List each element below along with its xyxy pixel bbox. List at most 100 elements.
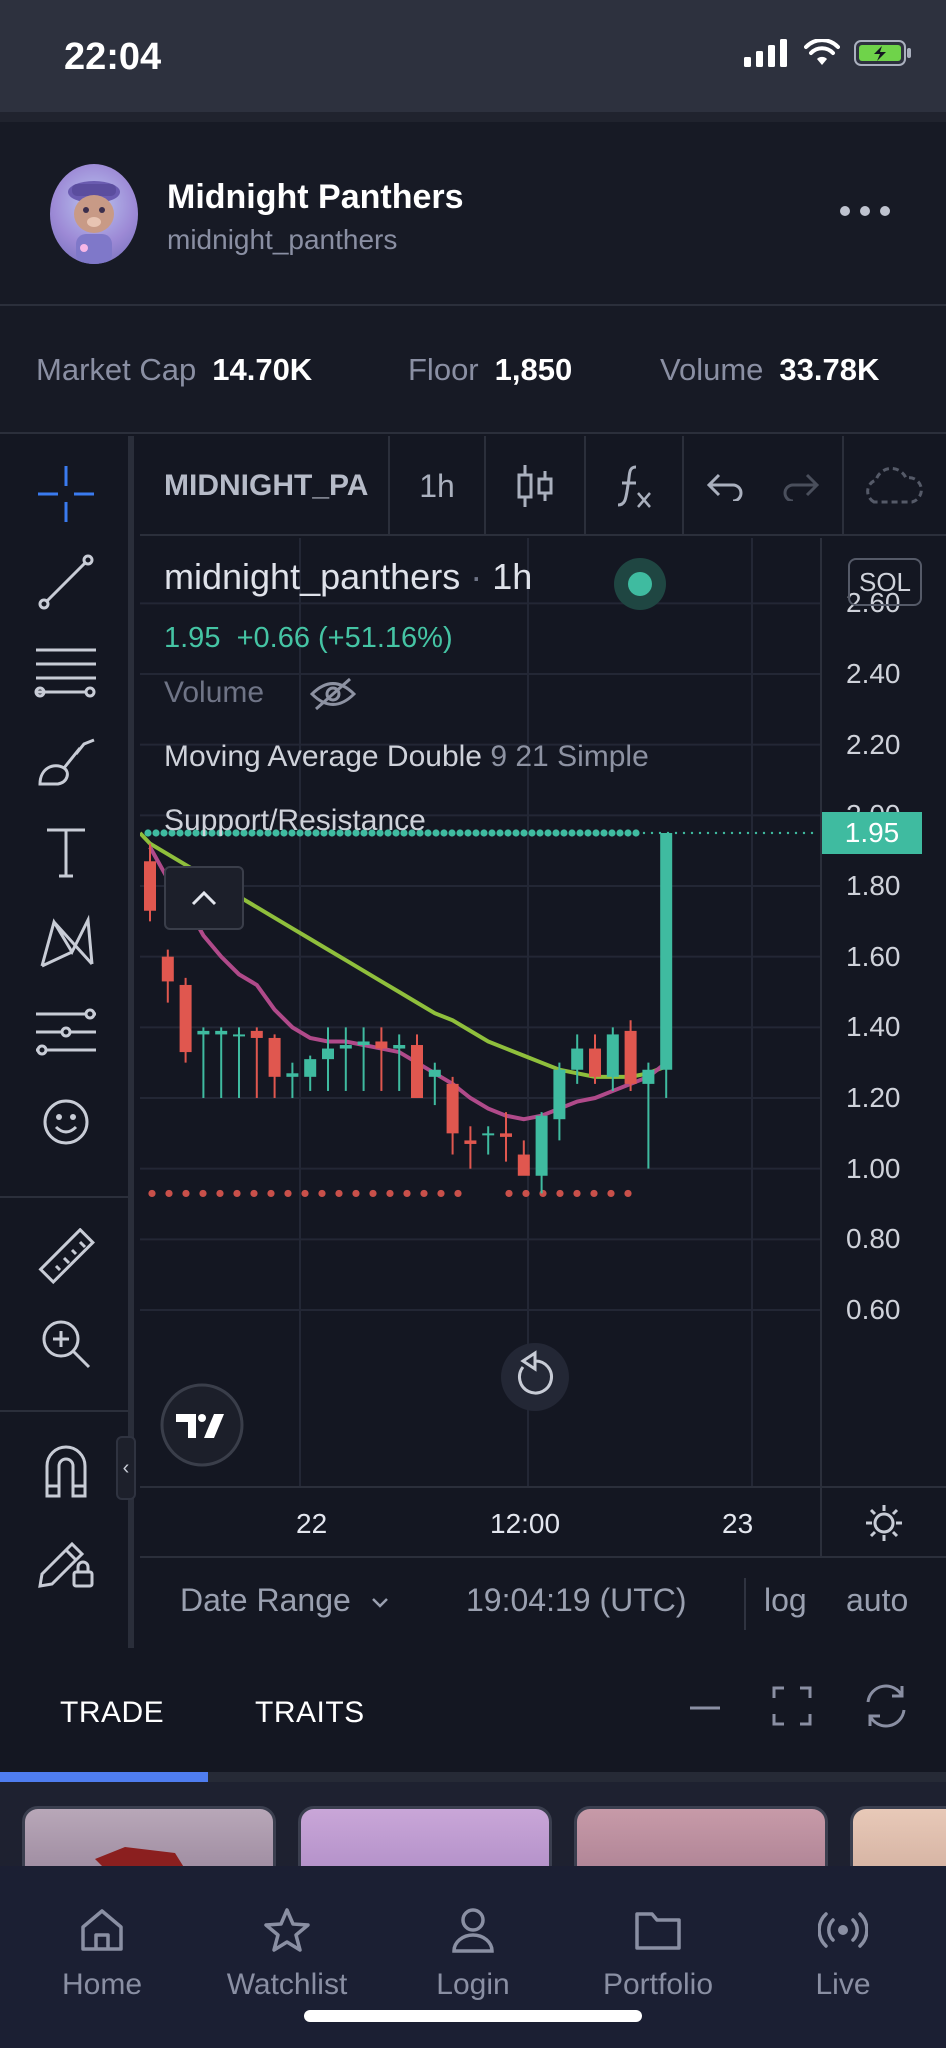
redo-icon[interactable] [781, 471, 821, 501]
trend-line-tool[interactable] [30, 546, 102, 618]
measure-tool[interactable] [30, 1222, 102, 1294]
indicators-button[interactable] [586, 436, 684, 536]
pattern-icon [40, 914, 94, 968]
nav-home-label: Home [61, 1968, 143, 2001]
pattern-tool[interactable] [30, 906, 102, 978]
nft-card[interactable] [850, 1806, 946, 1866]
user-icon [452, 1908, 494, 1953]
minimize-icon[interactable] [688, 1686, 722, 1726]
resistance-dot [674, 831, 678, 835]
resistance-dot [714, 831, 718, 835]
hidden-eye-icon[interactable] [310, 677, 357, 711]
tab-traits[interactable]: TRAITS [255, 1696, 365, 1730]
fullscreen-icon[interactable] [772, 1686, 812, 1726]
crosshair-tool[interactable] [30, 458, 102, 530]
last-price-label: 1.95 [822, 812, 922, 854]
emoji-tool[interactable] [30, 1086, 102, 1158]
nav-portfolio[interactable]: Portfolio [578, 1904, 738, 2002]
resistance-dot [496, 829, 504, 837]
legend-volume[interactable]: Volume [164, 676, 357, 711]
zoom-tool[interactable] [30, 1308, 102, 1380]
undo-redo-group [684, 436, 844, 536]
home-icon [81, 1909, 123, 1951]
stat-market-cap: Market Cap 14.70K [36, 352, 312, 388]
legend-ma-params: 9 21 Simple [490, 740, 649, 773]
legend-ma-label: Moving Average Double [164, 740, 482, 773]
nft-card-strip [0, 1782, 946, 1866]
chart-settings-button[interactable] [820, 1488, 946, 1558]
legend-volume-label: Volume [164, 676, 265, 709]
support-dot [182, 1189, 190, 1198]
collapse-toolbar-button[interactable]: ‹ [116, 1436, 136, 1500]
nft-card[interactable] [574, 1806, 828, 1866]
timezone-clock[interactable]: 19:04:19 (UTC) [466, 1582, 687, 1619]
resistance-dot [616, 829, 624, 837]
resistance-dot [722, 831, 726, 835]
nav-login[interactable]: Login [393, 1904, 553, 2002]
nav-live[interactable]: Live [763, 1904, 923, 2002]
interval-selector[interactable]: 1h [390, 436, 486, 536]
progress-bar [0, 1772, 946, 1782]
auto-scale-toggle[interactable]: auto [846, 1582, 908, 1619]
collection-avatar[interactable] [50, 164, 138, 264]
nft-card[interactable] [298, 1806, 552, 1866]
text-tool[interactable] [30, 816, 102, 888]
support-dot [216, 1189, 224, 1198]
reset-chart-button [501, 1343, 569, 1411]
candle-body [233, 1034, 245, 1037]
folder-icon [635, 1912, 681, 1950]
nav-watchlist[interactable]: Watchlist [207, 1904, 367, 2002]
legend-symbol: midnight_panthers · 1h [164, 556, 532, 598]
resistance-dot [786, 831, 790, 835]
nft-card[interactable] [22, 1806, 276, 1866]
support-dot [335, 1189, 343, 1198]
resistance-dot [432, 829, 440, 837]
magnet-tool[interactable] [30, 1436, 102, 1508]
support-dot [250, 1189, 258, 1198]
horizontal-lines-icon [34, 648, 96, 698]
resistance-dot [650, 831, 654, 835]
magnet-icon [45, 1445, 87, 1498]
support-dot [318, 1189, 326, 1198]
resistance-dot [568, 829, 576, 837]
time-axis[interactable]: 22 12:00 23 [140, 1486, 946, 1558]
undo-icon[interactable] [705, 471, 745, 501]
support-dot [199, 1189, 207, 1198]
collapse-legend-button[interactable] [164, 866, 244, 930]
support-dot [301, 1189, 309, 1198]
price-axis[interactable]: 0.600.801.001.201.401.601.802.002.202.40… [820, 538, 946, 1486]
resistance-dot [440, 829, 448, 837]
tab-trade[interactable]: TRADE [60, 1696, 164, 1730]
support-dot [267, 1189, 275, 1198]
candle-body [660, 833, 673, 1070]
resistance-dot [504, 829, 512, 837]
candle-body [339, 1045, 352, 1049]
candle-body [500, 1133, 512, 1137]
date-range-dropdown[interactable]: Date Range [180, 1582, 390, 1619]
symbol-selector[interactable]: MIDNIGHT_PA [140, 436, 390, 536]
brush-tool[interactable] [30, 726, 102, 798]
forecast-icon [36, 1008, 96, 1056]
log-scale-toggle[interactable]: log [764, 1582, 807, 1619]
cloud-save-button[interactable] [844, 436, 940, 536]
resistance-dot [642, 831, 646, 835]
currency-unit-button[interactable]: SOL [848, 558, 922, 606]
refresh-icon[interactable] [862, 1684, 910, 1728]
support-dot [148, 1189, 156, 1198]
resistance-dot [600, 829, 608, 837]
legend-moving-average[interactable]: Moving Average Double 9 21 Simple [164, 740, 649, 774]
chart-type-button[interactable] [486, 436, 586, 536]
resistance-dot [690, 831, 694, 835]
price-tick: 1.00 [846, 1152, 901, 1184]
resistance-dot [738, 831, 742, 835]
candle-body [428, 1069, 441, 1077]
fib-tool[interactable] [30, 636, 102, 708]
forecast-tool[interactable] [30, 996, 102, 1068]
function-icon [617, 465, 651, 508]
resistance-dot [560, 829, 568, 837]
nav-home[interactable]: Home [22, 1904, 182, 2002]
more-options-icon[interactable] [840, 206, 890, 216]
resistance-dot [576, 829, 584, 837]
lock-drawings-tool[interactable] [30, 1524, 102, 1596]
legend-support-resistance[interactable]: Support/Resistance [164, 804, 426, 838]
